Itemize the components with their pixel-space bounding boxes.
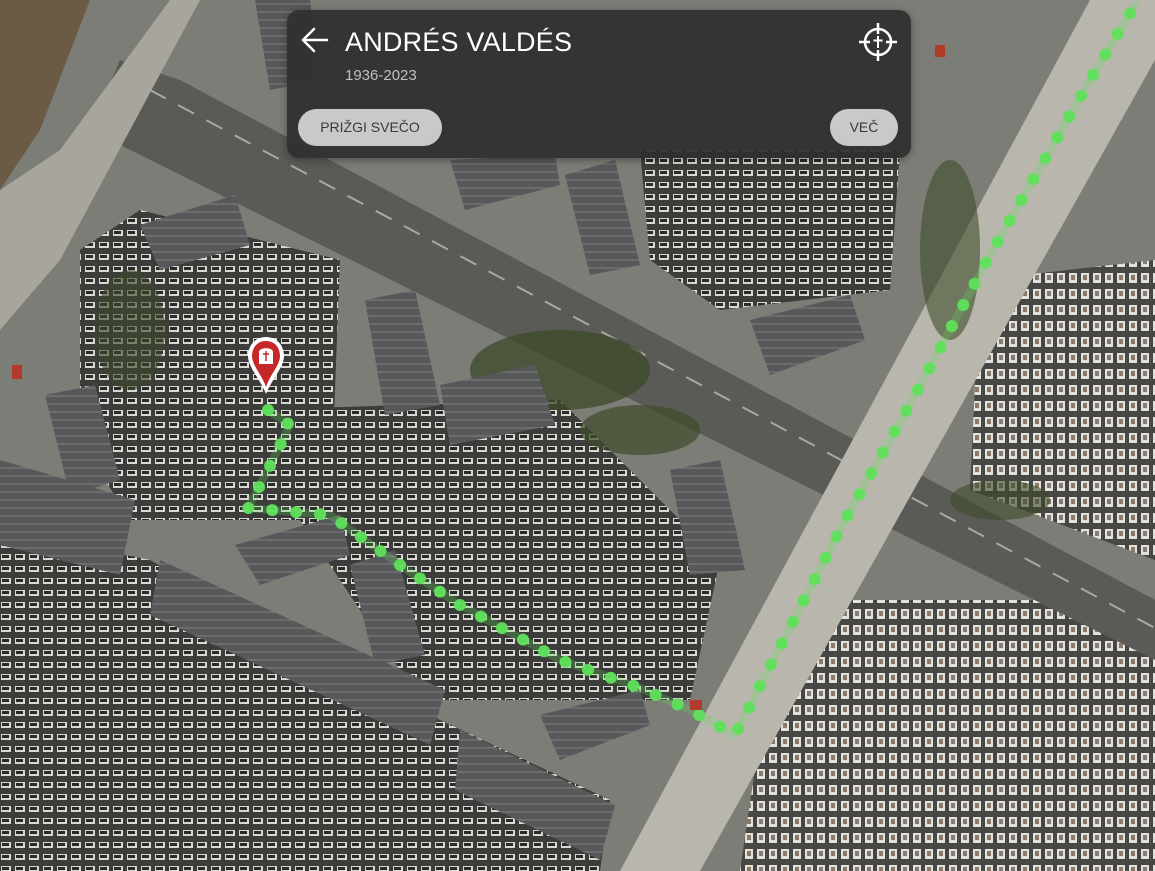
life-dates: 1936-2023 [345, 67, 417, 84]
deceased-name: ANDRÉS VALDÉS [345, 27, 573, 57]
more-button[interactable]: VEČ [830, 109, 898, 146]
arrow-left-icon[interactable] [299, 24, 331, 56]
crosshair-icon[interactable] [856, 20, 900, 64]
grave-info-panel: ANDRÉS VALDÉS 1936-2023 PRIŽGI SVEČO VEČ [287, 10, 911, 158]
light-candle-button[interactable]: PRIŽGI SVEČO [298, 109, 442, 146]
